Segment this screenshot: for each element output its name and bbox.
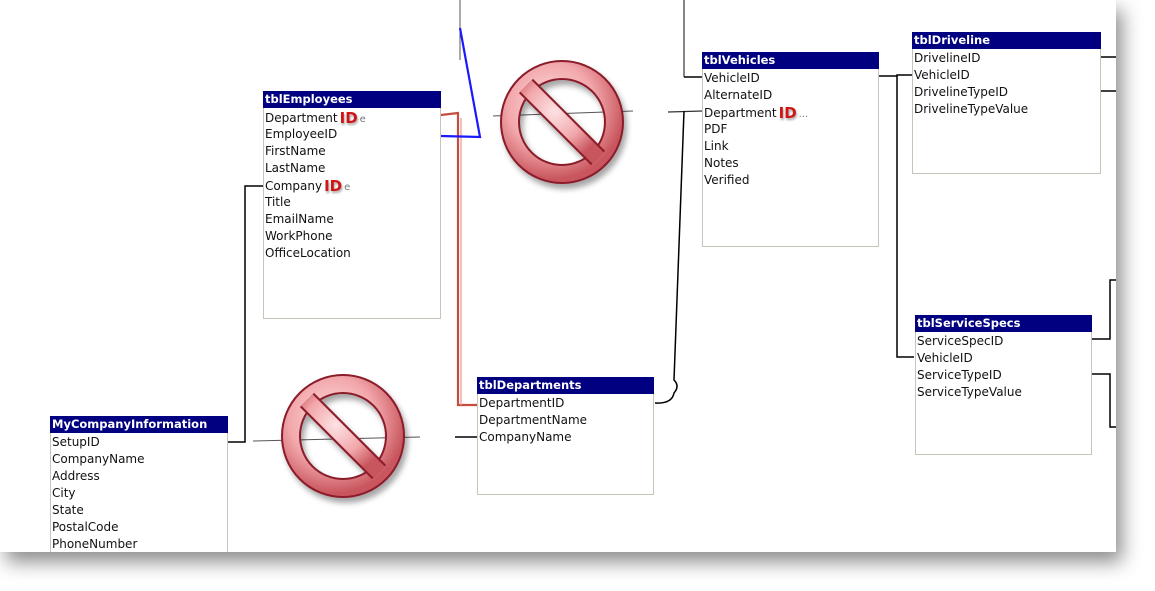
field-department-id[interactable]: Department ID... — [704, 104, 877, 122]
relationship-line — [667, 110, 704, 113]
field-title[interactable]: Title — [265, 194, 439, 211]
relationship-line — [1092, 279, 1116, 340]
table-title[interactable]: tblServiceSpecs — [915, 315, 1092, 332]
field-driveline-type-value[interactable]: DrivelineTypeValue — [914, 101, 1099, 118]
field-link[interactable]: Link — [704, 138, 877, 155]
relationship-line — [1092, 373, 1116, 428]
table-title[interactable]: tblEmployees — [263, 91, 441, 108]
field-list: ServiceSpecID VehicleID ServiceTypeID Se… — [916, 333, 1091, 401]
field-phone-number[interactable]: PhoneNumber — [52, 536, 226, 552]
table-title[interactable]: MyCompanyInformation — [50, 416, 228, 433]
field-address[interactable]: Address — [52, 468, 226, 485]
id-annotation: ID — [324, 177, 343, 195]
field-name: Department — [265, 111, 338, 125]
field-suffix: e — [344, 182, 351, 193]
field-first-name[interactable]: FirstName — [265, 143, 439, 160]
relationship-line — [879, 74, 912, 77]
field-vehicle-id[interactable]: VehicleID — [704, 70, 877, 87]
relationship-diagram-canvas: tblEmployees Department ID e EmployeeID Fi… — [0, 0, 1116, 552]
field-name: Department — [704, 106, 777, 120]
field-verified[interactable]: Verified — [704, 172, 877, 189]
field-driveline-id[interactable]: DrivelineID — [914, 50, 1099, 67]
field-suffix: ... — [798, 109, 809, 120]
field-department-id[interactable]: DepartmentID — [479, 395, 652, 412]
field-postal-code[interactable]: PostalCode — [52, 519, 226, 536]
table-MyCompanyInformation[interactable]: MyCompanyInformation SetupID CompanyName… — [50, 416, 228, 552]
field-list: DrivelineID VehicleID DrivelineTypeID Dr… — [913, 50, 1100, 118]
table-title[interactable]: tblDepartments — [477, 377, 654, 394]
field-suffix: e — [359, 114, 366, 125]
field-work-phone[interactable]: WorkPhone — [265, 228, 439, 245]
table-tblDepartments[interactable]: tblDepartments DepartmentID DepartmentNa… — [477, 377, 654, 495]
relationship-line-blue — [440, 27, 482, 139]
field-notes[interactable]: Notes — [704, 155, 877, 172]
table-tblVehicles[interactable]: tblVehicles VehicleID AlternateID Depart… — [702, 52, 879, 247]
field-pdf[interactable]: PDF — [704, 121, 877, 138]
field-department-name[interactable]: DepartmentName — [479, 412, 652, 429]
table-title[interactable]: tblDriveline — [912, 32, 1101, 49]
field-vehicle-id[interactable]: VehicleID — [914, 67, 1099, 84]
field-email-name[interactable]: EmailName — [265, 211, 439, 228]
field-list: DepartmentID DepartmentName CompanyName — [478, 395, 653, 446]
field-list: SetupID CompanyName Address City State P… — [51, 434, 227, 552]
field-list: VehicleID AlternateID Department ID... PD… — [703, 70, 878, 189]
field-service-type-id[interactable]: ServiceTypeID — [917, 367, 1090, 384]
table-title[interactable]: tblVehicles — [702, 52, 879, 69]
field-office-location[interactable]: OfficeLocation — [265, 245, 439, 262]
relationship-line — [654, 110, 685, 404]
field-company-id[interactable]: Company ID e — [265, 177, 439, 195]
field-alternate-id[interactable]: AlternateID — [704, 87, 877, 104]
field-company-name[interactable]: CompanyName — [479, 429, 652, 446]
field-service-spec-id[interactable]: ServiceSpecID — [917, 333, 1090, 350]
id-annotation: ID — [339, 109, 358, 127]
field-company-name[interactable]: CompanyName — [52, 451, 226, 468]
field-service-type-value[interactable]: ServiceTypeValue — [917, 384, 1090, 401]
prohibited-sign-icon — [281, 374, 405, 498]
field-department-id[interactable]: Department ID e — [265, 109, 439, 127]
field-vehicle-id[interactable]: VehicleID — [917, 350, 1090, 367]
field-driveline-type-id[interactable]: DrivelineTypeID — [914, 84, 1099, 101]
field-employee-id[interactable]: EmployeeID — [265, 126, 439, 143]
field-city[interactable]: City — [52, 485, 226, 502]
table-tblEmployees[interactable]: tblEmployees Department ID e EmployeeID Fi… — [263, 91, 441, 319]
relationship-line — [228, 185, 264, 443]
field-state[interactable]: State — [52, 502, 226, 519]
field-last-name[interactable]: LastName — [265, 160, 439, 177]
field-setup-id[interactable]: SetupID — [52, 434, 226, 451]
field-name: Company — [265, 179, 323, 193]
relationship-line-red — [440, 111, 477, 407]
id-annotation: ID — [778, 104, 797, 122]
field-list: Department ID e EmployeeID FirstName LastN… — [264, 109, 440, 262]
table-tblServiceSpecs[interactable]: tblServiceSpecs ServiceSpecID VehicleID … — [915, 315, 1092, 455]
table-tblDriveline[interactable]: tblDriveline DrivelineID VehicleID Drive… — [912, 32, 1101, 174]
prohibited-sign-icon — [500, 60, 624, 184]
